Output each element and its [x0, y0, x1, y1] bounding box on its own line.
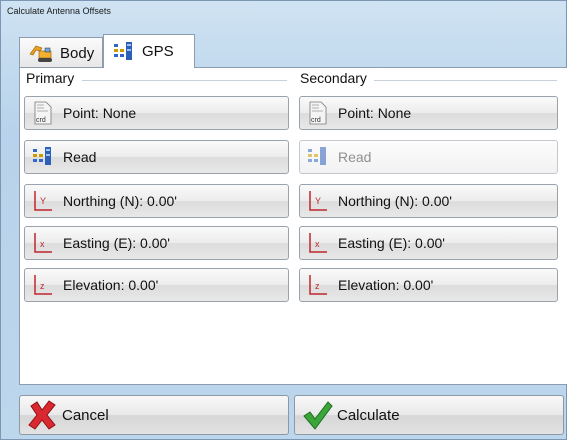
- axis-z-letter: z: [315, 281, 320, 291]
- tab-body[interactable]: Body: [19, 37, 103, 68]
- primary-point-label: Point: None: [63, 105, 137, 121]
- primary-group-label: Primary: [26, 70, 75, 86]
- secondary-divider: [374, 80, 557, 81]
- axis-y-letter: Y: [40, 196, 46, 206]
- secondary-easting-label: Easting (E): 0.00': [338, 235, 445, 251]
- axis-y-icon: Y: [306, 189, 330, 213]
- primary-divider: [82, 80, 287, 81]
- excavator-icon: [28, 42, 54, 64]
- crd-file-icon: crd: [306, 101, 330, 125]
- secondary-northing-button[interactable]: Y Northing (N): 0.00': [299, 184, 558, 218]
- axis-x-icon: x: [31, 231, 55, 255]
- calculate-button[interactable]: Calculate: [294, 395, 564, 435]
- axis-y-letter: Y: [315, 196, 321, 206]
- primary-northing-label: Northing (N): 0.00': [63, 193, 177, 209]
- secondary-point-button[interactable]: crd Point: None: [299, 96, 558, 130]
- secondary-read-button[interactable]: Read: [299, 140, 558, 174]
- tab-gps[interactable]: GPS: [103, 34, 195, 68]
- secondary-easting-button[interactable]: x Easting (E): 0.00': [299, 226, 558, 260]
- crd-file-icon: crd: [31, 101, 55, 125]
- gps-bars-icon: [112, 40, 136, 64]
- checkmark-icon: [301, 399, 333, 431]
- axis-y-icon: Y: [31, 189, 55, 213]
- primary-easting-button[interactable]: x Easting (E): 0.00': [24, 226, 289, 260]
- tab-body-label: Body: [60, 44, 95, 62]
- crd-label: crd: [311, 117, 321, 124]
- secondary-elevation-button[interactable]: z Elevation: 0.00': [299, 268, 558, 302]
- gps-bars-icon: [31, 145, 55, 169]
- primary-read-button[interactable]: Read: [24, 140, 289, 174]
- cancel-label: Cancel: [62, 406, 109, 424]
- primary-point-button[interactable]: crd Point: None: [24, 96, 289, 130]
- primary-easting-label: Easting (E): 0.00': [63, 235, 170, 251]
- primary-northing-button[interactable]: Y Northing (N): 0.00': [24, 184, 289, 218]
- cancel-x-icon: [26, 399, 58, 431]
- dialog-window: Calculate Antenna Offsets Body GPS Prima…: [0, 0, 567, 440]
- axis-x-letter: x: [315, 239, 320, 249]
- secondary-elevation-label: Elevation: 0.00': [338, 277, 434, 293]
- gps-panel: Primary crd Point: None Read Y Northing …: [19, 67, 567, 385]
- primary-elevation-button[interactable]: z Elevation: 0.00': [24, 268, 289, 302]
- secondary-group-label: Secondary: [300, 70, 367, 86]
- secondary-northing-label: Northing (N): 0.00': [338, 193, 452, 209]
- primary-elevation-label: Elevation: 0.00': [63, 277, 159, 293]
- crd-label: crd: [36, 117, 46, 124]
- secondary-point-label: Point: None: [338, 105, 412, 121]
- primary-read-label: Read: [63, 149, 97, 165]
- tab-gps-label: GPS: [142, 43, 174, 60]
- window-title: Calculate Antenna Offsets: [7, 6, 111, 16]
- axis-x-letter: x: [40, 239, 45, 249]
- secondary-read-label: Read: [338, 149, 372, 165]
- axis-z-icon: z: [31, 273, 55, 297]
- axis-z-icon: z: [306, 273, 330, 297]
- gps-bars-icon: [306, 145, 330, 169]
- calculate-label: Calculate: [337, 406, 400, 424]
- axis-x-icon: x: [306, 231, 330, 255]
- axis-z-letter: z: [40, 281, 45, 291]
- cancel-button[interactable]: Cancel: [19, 395, 289, 435]
